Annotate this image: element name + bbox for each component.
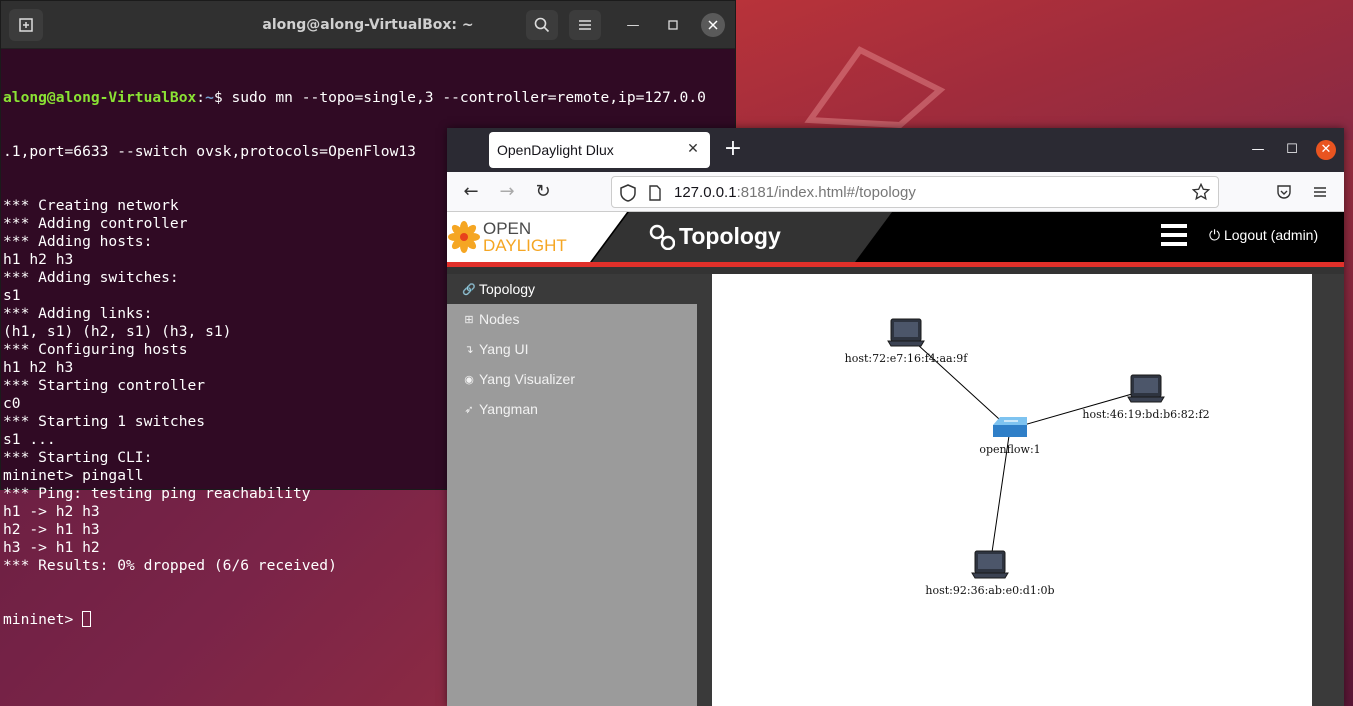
browser-tabbar[interactable]: OpenDaylight Dlux ✕ + — ☐ ✕ [447, 128, 1344, 172]
eye-icon: ◉ [464, 373, 474, 386]
sidebar-item-label: Yang UI [479, 341, 529, 357]
wallpaper-decoration [804, 46, 946, 129]
host-node-icon[interactable] [887, 318, 925, 347]
sidebar-item-label: Topology [479, 281, 536, 297]
minimize-button[interactable]: — [621, 13, 645, 37]
back-arrow-icon[interactable]: ← [459, 180, 483, 204]
node-label: openflow:1 [979, 443, 1040, 456]
forward-arrow-icon[interactable]: → [495, 180, 519, 204]
terminal-titlebar[interactable]: along@along-VirtualBox: ~ — [1, 1, 735, 49]
odl-logo-text: OPEN DAYLIGHT [483, 220, 567, 254]
rocket-icon: ➶ [464, 403, 474, 416]
reload-icon[interactable]: ↻ [531, 180, 555, 204]
browser-window[interactable]: OpenDaylight Dlux ✕ + — ☐ ✕ ← → ↻ 127.0.… [447, 128, 1344, 706]
sitemap-icon: ⊞ [464, 313, 474, 326]
new-tab-plus-icon[interactable]: + [721, 138, 745, 162]
page-icon[interactable] [649, 185, 661, 201]
arrow-icon: ↴ [464, 343, 474, 356]
sidebar-item-topology[interactable]: 🔗 Topology [447, 274, 697, 304]
node-label: host:46:19:bd:b6:82:f2 [1082, 408, 1209, 421]
new-tab-icon [19, 18, 33, 32]
odl-body: 🔗 Topology ⊞ Nodes ↴ Yang UI ◉ Yang Visualizer ➶… [447, 274, 1344, 706]
header-accent-bar [447, 262, 1344, 274]
url-text: 127.0.0.1:8181/index.html#/topology [674, 184, 916, 201]
sidebar-item-label: Nodes [479, 311, 520, 327]
prompt-path: ~ [205, 89, 214, 106]
power-icon: ⏻ [1209, 227, 1221, 243]
topology-graph[interactable]: host:72:e7:16:f4:aa:9f host:46:19:bd:b6:8… [712, 274, 1312, 706]
odl-header: OPEN DAYLIGHT Topology ⏻ Logout (admin) [447, 212, 1344, 262]
topology-link[interactable] [905, 333, 1011, 430]
browser-toolbar: ← → ↻ 127.0.0.1:8181/index.html#/topolog… [447, 172, 1344, 212]
logout-button[interactable]: ⏻ Logout (admin) [1209, 227, 1318, 244]
search-button[interactable] [526, 10, 558, 40]
node-label: host:92:36:ab:e0:d1:0b [925, 584, 1054, 597]
app-menu-icon[interactable] [1308, 180, 1332, 204]
menu-button[interactable] [569, 10, 601, 40]
minimize-icon: — [626, 17, 640, 33]
bookmark-star-icon[interactable] [1192, 183, 1210, 201]
sidebar: 🔗 Topology ⊞ Nodes ↴ Yang UI ◉ Yang Visualizer ➶… [447, 274, 697, 706]
hamburger-icon [579, 20, 591, 30]
prompt-user: along@along-VirtualBox [3, 89, 197, 106]
tab-title: OpenDaylight Dlux [497, 142, 614, 158]
new-tab-button[interactable] [9, 9, 43, 41]
browser-minimize-icon[interactable]: — [1248, 140, 1268, 160]
host-node-icon[interactable] [1127, 374, 1165, 403]
url-path: :8181/index.html#/topology [736, 183, 916, 201]
maximize-button[interactable] [661, 13, 685, 37]
tab-close-icon[interactable]: ✕ [684, 140, 702, 158]
topology-icon [649, 224, 675, 250]
browser-maximize-icon[interactable]: ☐ [1282, 140, 1302, 160]
sidebar-item-yang-ui[interactable]: ↴ Yang UI [447, 334, 697, 364]
url-host: 127.0.0.1 [674, 183, 737, 201]
search-icon [534, 17, 550, 33]
sidebar-item-yang-visualizer[interactable]: ◉ Yang Visualizer [447, 364, 697, 394]
maximize-icon [668, 20, 678, 30]
browser-close-icon[interactable]: ✕ [1316, 140, 1336, 160]
shield-icon[interactable] [620, 184, 636, 202]
odl-menu-icon[interactable] [1161, 224, 1187, 248]
logo-line-open: OPEN [483, 219, 532, 238]
link-icon: 🔗 [462, 283, 476, 296]
page-title: Topology [679, 223, 781, 249]
pocket-icon[interactable] [1272, 180, 1296, 204]
sidebar-item-label: Yangman [479, 401, 538, 417]
sidebar-item-yangman[interactable]: ➶ Yangman [447, 394, 697, 424]
url-bar[interactable]: 127.0.0.1:8181/index.html#/topology [611, 176, 1219, 208]
node-label: host:72:e7:16:f4:aa:9f [845, 352, 969, 365]
terminal-cursor [82, 611, 92, 627]
host-node-icon[interactable] [971, 550, 1009, 579]
close-icon [708, 20, 718, 30]
logout-label: Logout (admin) [1223, 227, 1319, 243]
final-prompt-text: mininet> [3, 611, 83, 628]
browser-tab[interactable]: OpenDaylight Dlux ✕ [489, 132, 710, 168]
close-button[interactable] [701, 13, 725, 37]
switch-node-icon[interactable] [993, 417, 1027, 437]
sidebar-item-nodes[interactable]: ⊞ Nodes [447, 304, 697, 334]
logo-line-daylight: DAYLIGHT [483, 236, 567, 255]
topology-canvas[interactable]: host:72:e7:16:f4:aa:9f host:46:19:bd:b6:8… [712, 274, 1312, 706]
command-line: along@along-VirtualBox:~$ sudo mn --topo… [3, 89, 706, 106]
sidebar-item-label: Yang Visualizer [479, 371, 575, 387]
odl-flower-logo-icon [448, 221, 480, 253]
command-text: $ sudo mn --topo=single,3 --controller=r… [213, 89, 706, 106]
